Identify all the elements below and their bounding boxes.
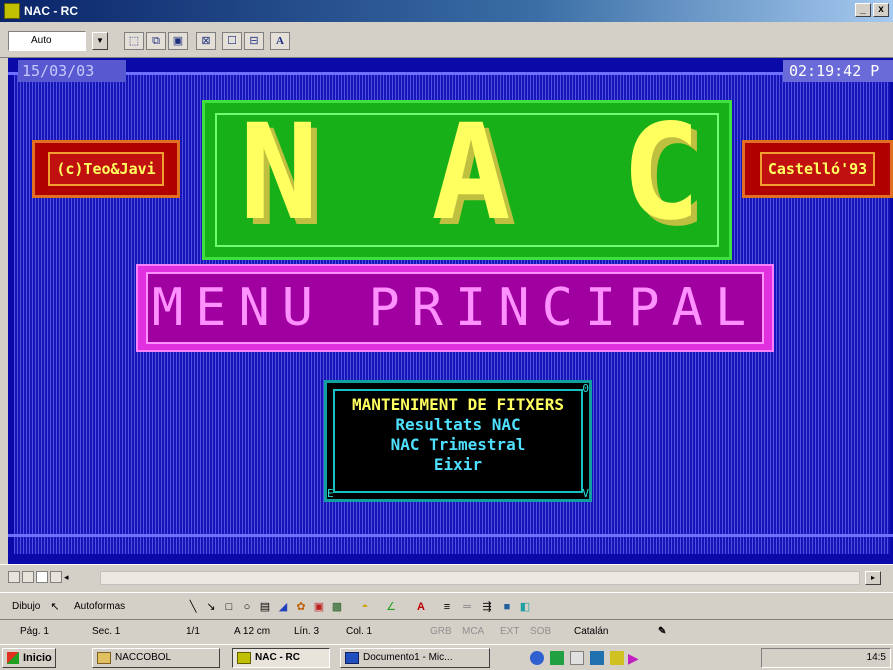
chevron-down-icon[interactable]: ▼ bbox=[92, 32, 108, 50]
menu-option-eixir[interactable]: Eixir bbox=[327, 455, 589, 475]
menu-option-trimestral[interactable]: NAC Trimestral bbox=[327, 435, 589, 455]
arrow-style-icon[interactable]: ⇶ bbox=[480, 600, 494, 614]
tray-clock[interactable]: 14:5 bbox=[867, 652, 886, 663]
menu-option-manteniment[interactable]: MANTENIMENT DE FITXERS bbox=[327, 395, 589, 415]
quicklaunch-icon-4[interactable] bbox=[590, 651, 604, 665]
fill-color-icon[interactable]: ◓ bbox=[358, 600, 372, 614]
mark-icon[interactable]: ⬚ bbox=[124, 32, 144, 50]
wordart-icon[interactable]: ◢ bbox=[276, 600, 290, 614]
menu-title-banner: MENU PRINCIPAL bbox=[136, 264, 774, 352]
date-display: 15/03/03 bbox=[18, 60, 126, 82]
status-column: Col. 1 bbox=[346, 626, 373, 637]
left-credit-box: (c)Teo&Javi bbox=[32, 140, 180, 198]
folder-icon bbox=[97, 652, 111, 664]
status-page: Pág. 1 bbox=[20, 626, 49, 637]
line-color-icon[interactable]: ∠ bbox=[384, 600, 398, 614]
nac-logo-box: N A C bbox=[202, 100, 732, 260]
background-icon[interactable]: ⊟ bbox=[244, 32, 264, 50]
3d-style-icon[interactable]: ◧ bbox=[518, 600, 532, 614]
task-nac-rc[interactable]: NAC - RC bbox=[232, 648, 330, 668]
status-grb[interactable]: GRB bbox=[430, 626, 452, 637]
font-button[interactable]: A bbox=[270, 32, 290, 50]
dash-style-icon[interactable]: ═ bbox=[460, 600, 474, 614]
logo-letter-a: A bbox=[431, 96, 511, 250]
right-credit: Castelló'93 bbox=[759, 152, 876, 186]
diagram-icon[interactable]: ✿ bbox=[294, 600, 308, 614]
line-icon[interactable]: ╲ bbox=[186, 600, 200, 614]
task-documento1[interactable]: Documento1 - Mic... bbox=[340, 648, 490, 668]
bottom-frame-line bbox=[8, 534, 893, 537]
play-icon[interactable]: ▶ bbox=[628, 651, 642, 665]
corner-mark-bottom-left: E bbox=[327, 487, 334, 500]
status-at: A 12 cm bbox=[234, 626, 271, 637]
drawing-toolbar: Dibujo ↖ Autoformas ╲ ↘ □ ○ ▤ ◢ ✿ ▣ ▩ ◓ … bbox=[0, 592, 893, 620]
font-color-icon[interactable]: A bbox=[414, 600, 428, 614]
status-pages: 1/1 bbox=[186, 626, 200, 637]
quicklaunch-icon-3[interactable] bbox=[570, 651, 584, 665]
properties-icon[interactable]: ☐ bbox=[222, 32, 242, 50]
web-view-icon[interactable] bbox=[22, 571, 34, 583]
status-mca[interactable]: MCA bbox=[462, 626, 484, 637]
arrow-icon[interactable]: ↘ bbox=[204, 600, 218, 614]
window-title: NAC - RC bbox=[24, 4, 78, 18]
system-tray: 14:5 bbox=[761, 648, 891, 668]
status-line: Lín. 3 bbox=[294, 626, 320, 637]
minimize-button[interactable]: _ bbox=[855, 3, 871, 17]
status-sob[interactable]: SOB bbox=[530, 626, 551, 637]
shadow-icon[interactable]: ■ bbox=[500, 600, 514, 614]
font-size-select[interactable]: Auto bbox=[8, 31, 86, 51]
close-button[interactable]: x bbox=[873, 3, 889, 17]
menu-options-box: 0 E V MANTENIMENT DE FITXERS Resultats N… bbox=[324, 380, 592, 502]
quicklaunch-icon-2[interactable] bbox=[550, 651, 564, 665]
right-credit-box: Castelló'93 bbox=[742, 140, 893, 198]
image-icon[interactable]: ▩ bbox=[330, 600, 344, 614]
status-ext[interactable]: EXT bbox=[500, 626, 519, 637]
menu-title: MENU PRINCIPAL bbox=[151, 278, 759, 338]
dos-toolbar: Auto ▼ ⬚ ⧉ ▣ ⊠ ☐ ⊟ A bbox=[0, 22, 893, 58]
copy-icon[interactable]: ⧉ bbox=[146, 32, 166, 50]
status-section: Sec. 1 bbox=[92, 626, 121, 637]
dos-screen[interactable]: 15/03/03 02:19:42 P (c)Teo&Javi Castelló… bbox=[8, 58, 893, 564]
spelling-check-icon[interactable]: ✎ bbox=[658, 626, 666, 637]
fullscreen-icon[interactable]: ⊠ bbox=[196, 32, 216, 50]
start-button[interactable]: Inicio bbox=[2, 648, 56, 668]
task-naccobol[interactable]: NACCOBOL bbox=[92, 648, 220, 668]
horizontal-scrollbar-row: ◂ ▸ bbox=[0, 564, 893, 590]
line-style-icon[interactable]: ≡ bbox=[440, 600, 454, 614]
quicklaunch-icon-5[interactable] bbox=[610, 651, 624, 665]
rectangle-icon[interactable]: □ bbox=[222, 600, 236, 614]
title-bar: NAC - RC _ x bbox=[0, 0, 893, 22]
corner-mark-top-right: 0 bbox=[582, 382, 589, 395]
print-view-icon[interactable] bbox=[36, 571, 48, 583]
oval-icon[interactable]: ○ bbox=[240, 600, 254, 614]
menu-option-resultats[interactable]: Resultats NAC bbox=[327, 415, 589, 435]
dos-app-icon bbox=[237, 652, 251, 664]
logo-letter-n: N bbox=[239, 96, 319, 250]
app-icon[interactable] bbox=[4, 3, 20, 19]
clipart-icon[interactable]: ▣ bbox=[312, 600, 326, 614]
left-credit: (c)Teo&Javi bbox=[48, 152, 164, 186]
corner-mark-bottom-right: V bbox=[582, 487, 589, 500]
autoshapes-menu-button[interactable]: Autoformas bbox=[74, 601, 125, 612]
outline-view-icon[interactable] bbox=[50, 571, 62, 583]
textbox-icon[interactable]: ▤ bbox=[258, 600, 272, 614]
taskbar: Inicio NACCOBOL NAC - RC Documento1 - Mi… bbox=[0, 644, 893, 670]
word-icon bbox=[345, 652, 359, 664]
top-frame-line bbox=[8, 72, 893, 75]
normal-view-icon[interactable] bbox=[8, 571, 20, 583]
horizontal-scrollbar[interactable] bbox=[100, 571, 860, 585]
status-language[interactable]: Catalán bbox=[574, 626, 608, 637]
draw-menu-button[interactable]: Dibujo bbox=[12, 601, 40, 612]
logo-letter-c: C bbox=[621, 96, 701, 250]
scroll-right-icon[interactable]: ▸ bbox=[865, 571, 881, 585]
browser-icon[interactable] bbox=[530, 651, 544, 665]
scroll-left-icon[interactable]: ◂ bbox=[64, 571, 76, 583]
select-pointer-icon[interactable]: ↖ bbox=[48, 600, 62, 614]
status-bar: Pág. 1 Sec. 1 1/1 A 12 cm Lín. 3 Col. 1 … bbox=[0, 620, 893, 644]
time-display: 02:19:42 P bbox=[783, 60, 893, 82]
paste-icon[interactable]: ▣ bbox=[168, 32, 188, 50]
menu-options-list: MANTENIMENT DE FITXERS Resultats NAC NAC… bbox=[327, 395, 589, 475]
